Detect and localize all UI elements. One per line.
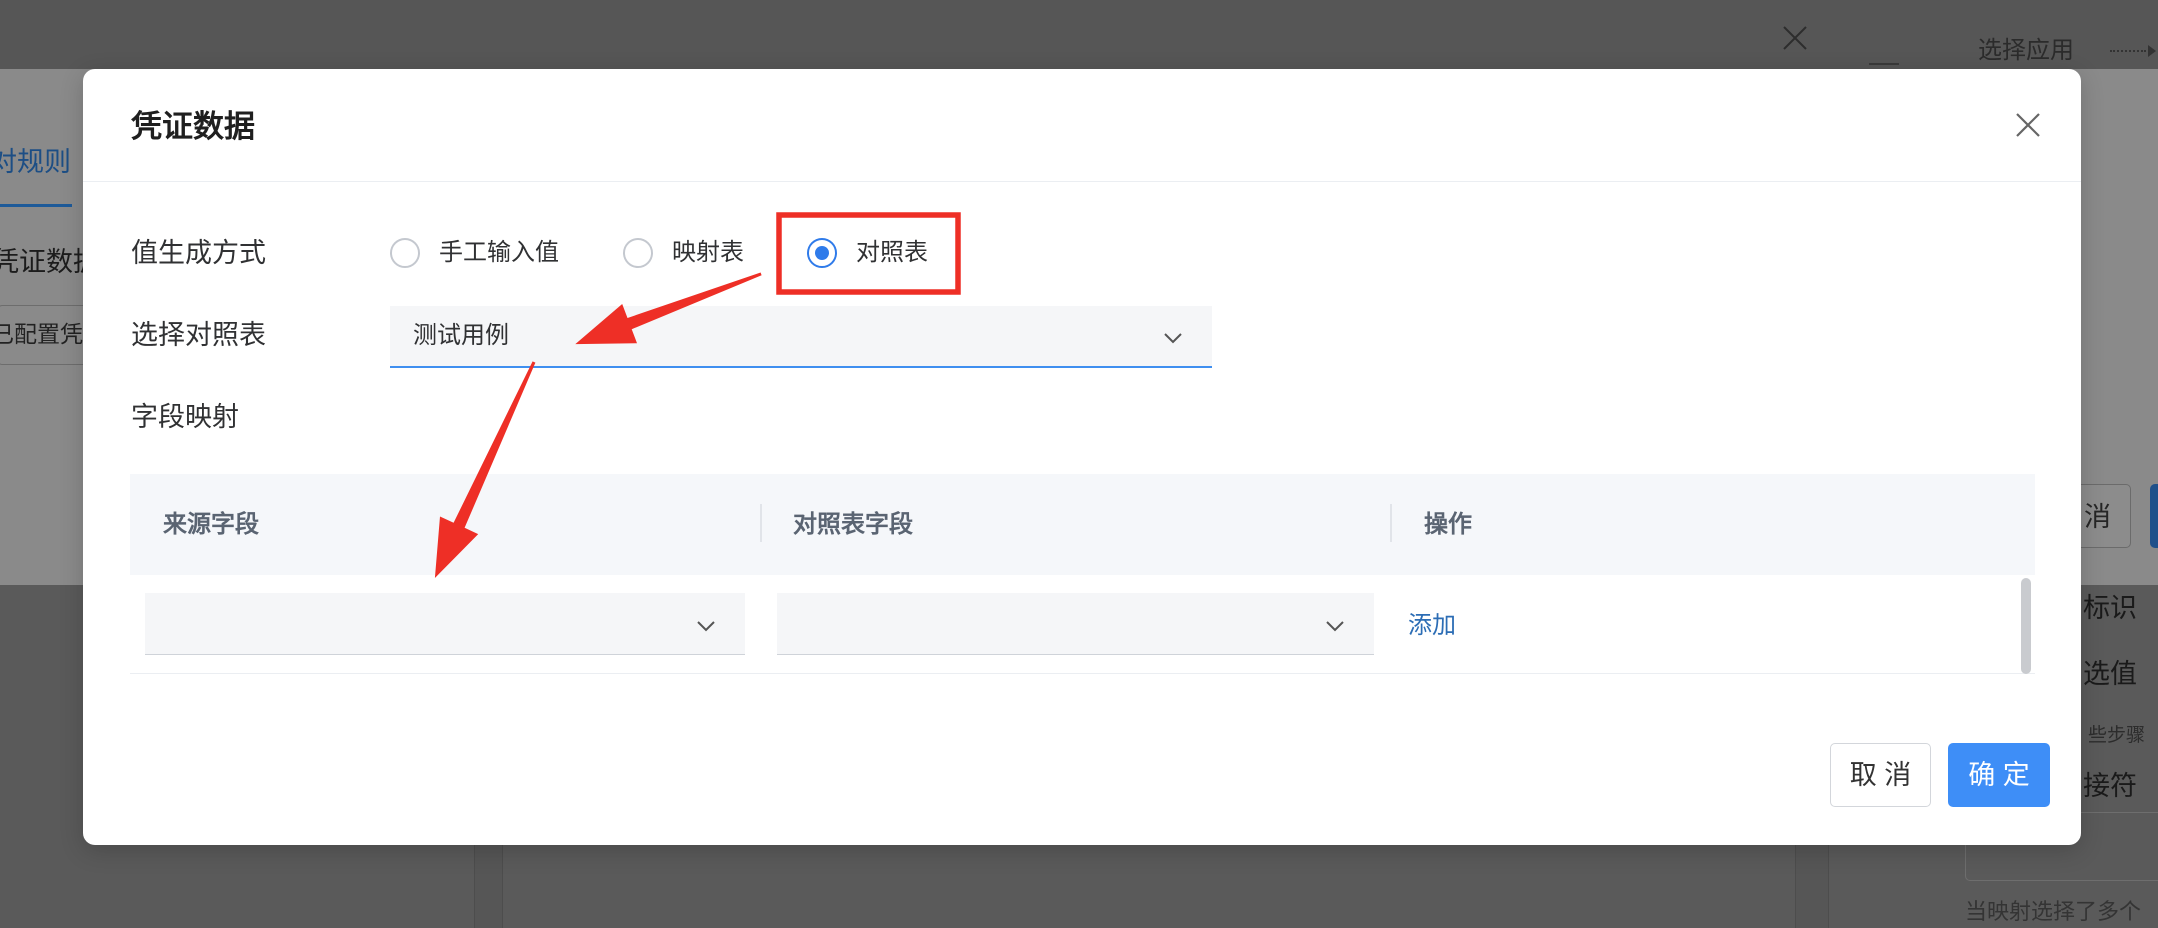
configured-voucher-label: 已配置凭 [0, 321, 83, 347]
dialog-header: 凭证数据 [83, 69, 2081, 182]
dotted-arrow-icon [2110, 44, 2156, 58]
close-icon[interactable] [1782, 25, 1808, 51]
radio-option-manual-input[interactable]: 手工输入值 [390, 238, 559, 268]
underlying-cancel-label: 消 [2084, 502, 2111, 532]
chevron-down-icon [1326, 619, 1344, 631]
column-divider [1390, 504, 1392, 542]
close-icon[interactable] [2014, 111, 2042, 139]
column-divider [760, 504, 762, 542]
column-header-lookup-field: 对照表字段 [793, 511, 913, 538]
right-panel-field-label: 选值 [2083, 659, 2137, 689]
radio-circle[interactable] [623, 238, 653, 268]
right-panel-field-label: 接符 [2083, 771, 2137, 801]
right-panel-mapping-hint: 当映射选择了多个 [1965, 899, 2142, 924]
radio-option-mapping-table[interactable]: 映射表 [623, 238, 744, 268]
column-header-action: 操作 [1424, 511, 1472, 538]
lookup-field-select[interactable] [777, 593, 1374, 655]
table-row: 添加 [130, 575, 2035, 674]
right-panel-step-hint: 些步骤 [2088, 725, 2146, 746]
radio-label[interactable]: 映射表 [672, 238, 744, 268]
table-scrollbar[interactable] [2021, 578, 2031, 674]
dialog-title: 凭证数据 [131, 109, 255, 144]
confirm-button[interactable]: 确 定 [1948, 743, 2050, 807]
radio-circle[interactable] [390, 238, 420, 268]
add-row-link[interactable]: 添加 [1408, 612, 1456, 640]
lookup-table-select[interactable]: 测试用例 [390, 306, 1212, 368]
underlying-confirm-button[interactable] [2150, 484, 2158, 548]
radio-label[interactable]: 对照表 [856, 238, 928, 268]
value-mode-label: 值生成方式 [131, 238, 266, 268]
field-mapping-table: 来源字段 对照表字段 操作 添加 [130, 474, 2035, 675]
lookup-table-label: 选择对照表 [131, 320, 266, 350]
chevron-down-icon [1164, 331, 1182, 344]
lookup-table-select-value: 测试用例 [413, 322, 509, 349]
source-field-select[interactable] [145, 593, 745, 655]
table-header: 来源字段 对照表字段 操作 [130, 474, 2035, 575]
radio-circle[interactable] [807, 238, 837, 268]
tab-rules[interactable]: 对规则 [0, 147, 71, 177]
cancel-button[interactable]: 取 消 [1830, 743, 1931, 807]
column-header-source-field: 来源字段 [163, 511, 259, 538]
right-panel-field-label: 标识 [2083, 593, 2137, 623]
voucher-data-dialog: 凭证数据 值生成方式 手工输入值 映射表 对照表 选择对照表 测试用例 字段映射… [83, 69, 2081, 845]
header-divider [1869, 63, 1899, 65]
radio-label[interactable]: 手工输入值 [439, 238, 559, 268]
field-mapping-label: 字段映射 [131, 402, 239, 432]
step-select-app[interactable]: 选择应用 [1978, 37, 2074, 65]
active-tab-indicator [0, 204, 72, 207]
radio-option-lookup-table[interactable]: 对照表 [807, 238, 928, 268]
chevron-down-icon [697, 619, 715, 631]
